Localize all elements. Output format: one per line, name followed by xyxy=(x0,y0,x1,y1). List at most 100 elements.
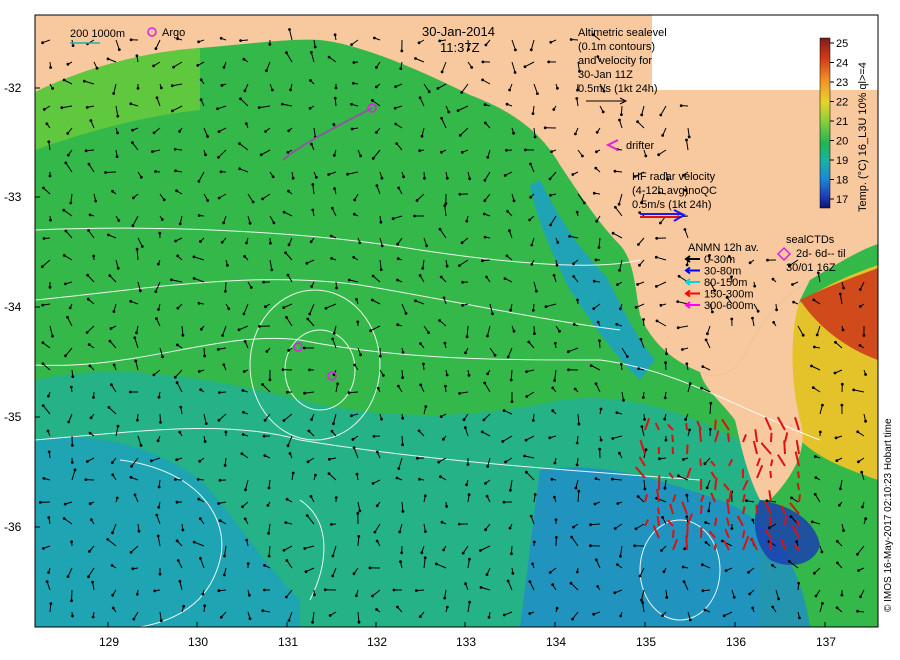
velocity-arrow-head xyxy=(486,155,490,159)
velocity-arrow-head xyxy=(86,297,90,301)
velocity-arrow-head xyxy=(268,42,272,46)
velocity-arrow-head xyxy=(401,510,405,513)
hf-radar-arrow xyxy=(796,482,800,491)
velocity-arrow-head xyxy=(523,454,526,458)
velocity-arrow-head xyxy=(129,475,133,479)
velocity-arrow-head xyxy=(175,539,179,543)
velocity-arrow-head xyxy=(178,130,182,133)
velocity-arrow-head xyxy=(112,310,116,313)
velocity-arrow-head xyxy=(571,617,574,621)
velocity-arrow-head xyxy=(87,575,90,579)
velocity-arrow-head xyxy=(422,362,425,366)
hf-radar-line: 0.5m/s (1kt 24h) xyxy=(632,199,711,211)
velocity-arrow-head xyxy=(138,289,142,293)
velocity-arrow-head xyxy=(636,283,639,286)
velocity-arrow-head xyxy=(216,107,219,111)
velocity-arrow-head xyxy=(704,541,708,544)
velocity-arrow-head xyxy=(222,221,226,225)
velocity-arrow-head xyxy=(51,87,54,90)
velocity-arrow-head xyxy=(685,263,689,267)
velocity-arrow-head xyxy=(41,41,44,45)
velocity-arrow-head xyxy=(286,273,290,277)
velocity-arrow-head xyxy=(508,526,512,530)
velocity-arrow-head xyxy=(856,609,859,613)
velocity-arrow-head xyxy=(382,374,385,377)
velocity-arrow-head xyxy=(753,284,757,288)
velocity-arrow-head xyxy=(427,90,431,94)
velocity-arrow-head xyxy=(204,422,208,425)
velocity-arrow-head xyxy=(679,104,683,107)
velocity-arrow-head xyxy=(598,339,601,343)
velocity-arrow-head xyxy=(285,51,288,55)
velocity-arrow-head xyxy=(111,593,115,597)
velocity-arrow-head xyxy=(616,563,619,566)
velocity-arrow-head xyxy=(554,536,558,539)
velocity-arrow-head xyxy=(285,559,289,562)
velocity-arrow-head xyxy=(531,112,535,115)
velocity-arrow-head xyxy=(415,199,419,202)
altimetric-line: 0.5m/s (1kt 24h) xyxy=(578,83,657,95)
velocity-arrow-head xyxy=(64,161,68,165)
velocity-arrow-head xyxy=(90,518,93,522)
velocity-arrow-head xyxy=(835,606,839,610)
velocity-arrow-head xyxy=(620,113,623,116)
velocity-arrow-head xyxy=(197,497,201,501)
velocity-arrow-head xyxy=(179,405,183,409)
velocity-arrow-head xyxy=(439,415,443,418)
velocity-arrow-head xyxy=(818,430,822,434)
velocity-arrow-head xyxy=(834,436,838,440)
velocity-arrow-head xyxy=(237,328,241,332)
velocity-arrow-head xyxy=(399,560,402,564)
velocity-arrow-head xyxy=(506,579,510,583)
velocity-arrow-head xyxy=(136,418,139,422)
velocity-arrow-head xyxy=(423,556,427,560)
x-tick-label: 132 xyxy=(367,635,387,649)
velocity-arrow-head xyxy=(131,224,135,228)
velocity-arrow-head xyxy=(246,562,250,566)
velocity-arrow-head xyxy=(117,48,121,51)
velocity-arrow-head xyxy=(574,132,577,136)
x-tick-label: 135 xyxy=(636,635,656,649)
velocity-arrow-head xyxy=(439,275,443,279)
velocity-arrow-head xyxy=(549,40,553,44)
velocity-arrow-head xyxy=(840,382,844,386)
velocity-arrow-head xyxy=(111,189,114,193)
velocity-arrow-head xyxy=(592,279,596,283)
velocity-arrow-head xyxy=(357,535,361,538)
velocity-arrow-head xyxy=(70,461,74,464)
velocity-arrow-head xyxy=(528,218,532,222)
velocity-arrow-head xyxy=(503,174,507,177)
velocity-arrow-head xyxy=(380,244,384,248)
velocity-arrow-head xyxy=(219,615,223,619)
velocity-arrow-head xyxy=(572,275,576,278)
velocity-arrow-head xyxy=(376,386,380,390)
velocity-arrow-head xyxy=(395,476,399,480)
velocity-arrow-head xyxy=(197,40,201,44)
y-tick-label: -35 xyxy=(4,410,22,424)
velocity-arrow-head xyxy=(814,476,818,479)
velocity-arrow-head xyxy=(217,196,221,200)
velocity-arrow-head xyxy=(116,131,119,135)
velocity-arrow-head xyxy=(858,288,862,291)
velocity-arrow-head xyxy=(504,460,507,464)
velocity-arrow-head xyxy=(594,166,598,170)
velocity-arrow-head xyxy=(552,108,556,111)
velocity-arrow-head xyxy=(309,494,313,498)
velocity-arrow-head xyxy=(732,595,736,599)
velocity-arrow-head xyxy=(625,355,629,358)
velocity-arrow-head xyxy=(156,534,160,538)
velocity-arrow-head xyxy=(836,561,839,565)
ocean-map: 200 1000m Argo 30-Jan-2014 11:37Z Altime… xyxy=(4,14,894,649)
velocity-arrow-head xyxy=(533,493,537,496)
velocity-arrow-head xyxy=(238,142,242,146)
velocity-arrow-head xyxy=(821,403,824,407)
velocity-arrow-head xyxy=(197,370,201,373)
velocity-arrow-head xyxy=(129,299,133,303)
velocity-arrow-head xyxy=(206,199,210,202)
velocity-arrow-head xyxy=(748,592,752,596)
velocity-arrow-head xyxy=(707,509,711,513)
velocity-arrow-head xyxy=(703,608,707,612)
velocity-arrow-head xyxy=(64,354,67,358)
velocity-arrow-head xyxy=(548,177,552,181)
velocity-arrow-head xyxy=(572,525,575,529)
